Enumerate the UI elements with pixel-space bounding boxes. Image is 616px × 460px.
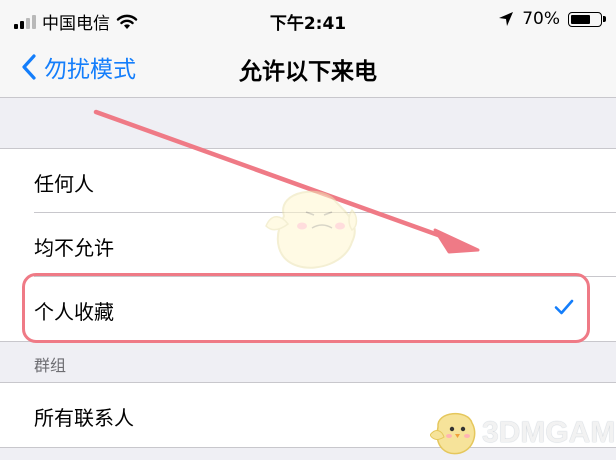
watermark-logo: 3DMGAME <box>430 409 616 457</box>
mascot-watermark <box>265 190 358 269</box>
chick-logo-icon <box>430 413 476 455</box>
watermark-text: 3DMGAME <box>482 416 616 449</box>
